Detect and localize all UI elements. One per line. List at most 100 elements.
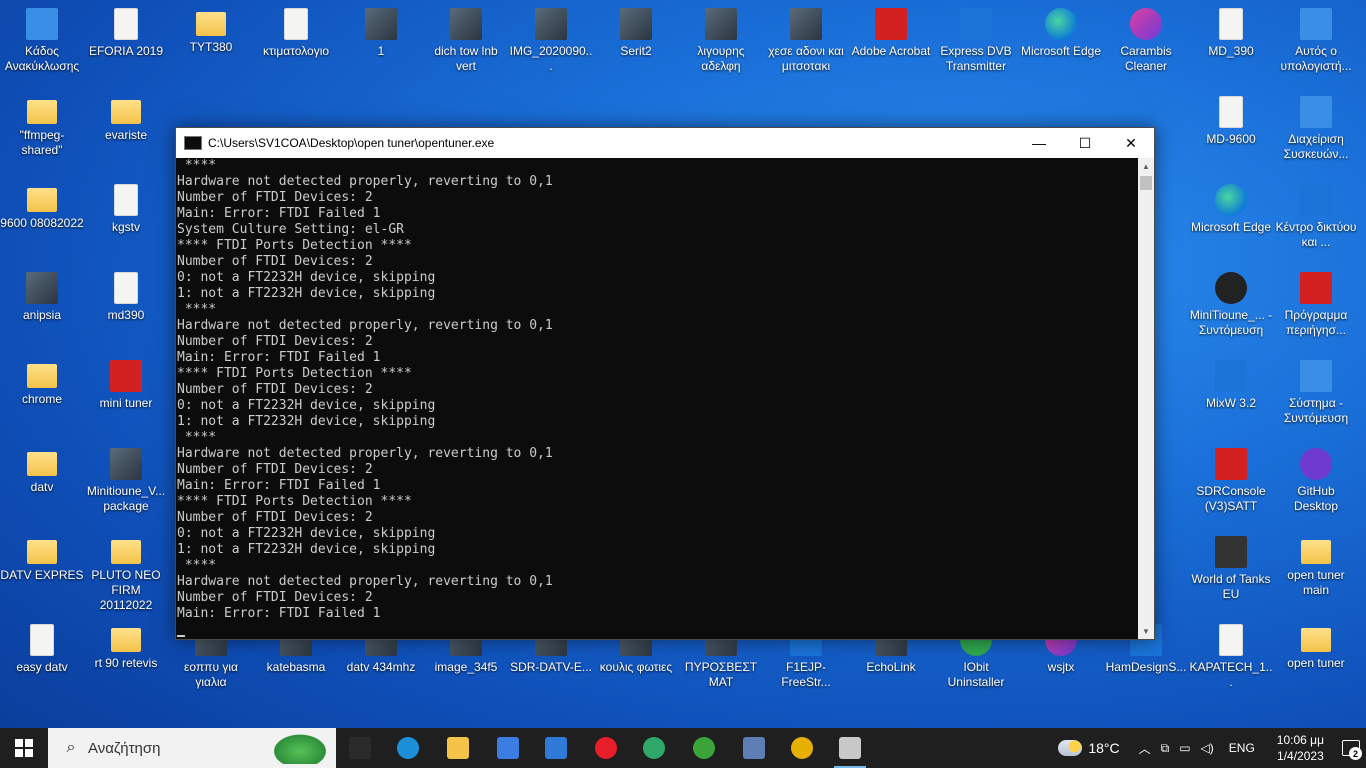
taskbar-app[interactable] bbox=[778, 728, 826, 768]
desktop-icon[interactable]: Αυτός ο υπολογιστή... bbox=[1274, 0, 1358, 86]
desktop-icon[interactable]: dich tow lnb vert bbox=[424, 0, 508, 86]
taskbar-app[interactable] bbox=[826, 728, 874, 768]
document-icon bbox=[1219, 8, 1243, 40]
desktop-icon[interactable]: Microsoft Edge bbox=[1019, 0, 1103, 86]
taskbar-app[interactable] bbox=[484, 728, 532, 768]
desktop-icon[interactable]: SDRConsole (V3)SATT bbox=[1189, 440, 1273, 526]
console-line: Number of FTDI Devices: 2 bbox=[177, 510, 373, 525]
document-icon bbox=[1219, 624, 1243, 656]
desktop-icon[interactable]: PLUTO NEO FIRM 20112022 bbox=[84, 528, 168, 614]
volume-icon[interactable]: ◁) bbox=[1201, 741, 1214, 755]
vertical-scrollbar[interactable]: ▲ ▼ bbox=[1138, 158, 1154, 639]
desktop-icon[interactable]: Serit2 bbox=[594, 0, 678, 86]
desktop-icon-label: Serit2 bbox=[620, 44, 652, 58]
desktop-icon[interactable]: χεσε αδονι και μιτσοτακι bbox=[764, 0, 848, 86]
taskbar-app[interactable] bbox=[582, 728, 630, 768]
console-line: **** FTDI Ports Detection **** bbox=[177, 238, 412, 253]
folder-icon bbox=[27, 100, 57, 124]
desktop-icon[interactable]: DATV EXPRES bbox=[0, 528, 84, 614]
desktop-icon[interactable]: rt 90 retevis bbox=[84, 616, 168, 702]
desktop-icon[interactable]: Σύστημα - Συντόμευση bbox=[1274, 352, 1358, 438]
desktop-icon[interactable]: 1 bbox=[339, 0, 423, 86]
desktop-icon[interactable]: open tuner main bbox=[1274, 528, 1358, 614]
minimize-button[interactable]: — bbox=[1016, 128, 1062, 158]
desktop-icon[interactable]: IMG_2020090... bbox=[509, 0, 593, 86]
desktop-icon[interactable]: Κέντρο δικτύου και ... bbox=[1274, 176, 1358, 262]
network-icon[interactable]: ⧉ bbox=[1161, 741, 1170, 756]
desktop-icon-label: Κάδος Ανακύκλωσης bbox=[4, 44, 80, 73]
start-button[interactable] bbox=[0, 728, 48, 768]
desktop-icon[interactable]: Carambis Cleaner bbox=[1104, 0, 1188, 86]
desktop-icon[interactable]: evariste bbox=[84, 88, 168, 174]
desktop-icon[interactable]: World of Tanks EU bbox=[1189, 528, 1273, 614]
desktop-icon[interactable]: "ffmpeg-shared" bbox=[0, 88, 84, 174]
search-placeholder: Αναζήτηση bbox=[88, 739, 161, 757]
desktop-icon-label: EFORIA 2019 bbox=[88, 44, 164, 58]
desktop-icon[interactable]: Adobe Acrobat bbox=[849, 0, 933, 86]
taskbar-app[interactable] bbox=[384, 728, 432, 768]
taskbar-app[interactable] bbox=[630, 728, 678, 768]
desktop-icon[interactable]: kgstv bbox=[84, 176, 168, 262]
desktop-icon[interactable]: chrome bbox=[0, 352, 84, 438]
console-line: Main: Error: FTDI Failed 1 bbox=[177, 350, 381, 365]
console-line: Number of FTDI Devices: 2 bbox=[177, 382, 373, 397]
taskbar-app[interactable] bbox=[434, 728, 482, 768]
console-output[interactable]: **** Hardware not detected properly, reve… bbox=[176, 158, 1137, 639]
desktop-icon[interactable]: 9600 08082022 bbox=[0, 176, 84, 262]
desktop-icon-label: kgstv bbox=[111, 220, 140, 234]
search-box[interactable]: ⌕ Αναζήτηση bbox=[48, 728, 336, 768]
taskbar-app[interactable] bbox=[532, 728, 580, 768]
desktop-icon[interactable]: mini tuner bbox=[84, 352, 168, 438]
clock[interactable]: 10:06 μμ 1/4/2023 bbox=[1277, 732, 1324, 764]
desktop-icon[interactable]: TYT380 bbox=[169, 0, 253, 86]
desktop-icon-label: χεσε αδονι και μιτσοτακι bbox=[768, 44, 844, 73]
console-window[interactable]: C:\Users\SV1COA\Desktop\open tuner\opent… bbox=[175, 127, 1155, 640]
desktop-icon[interactable]: md390 bbox=[84, 264, 168, 350]
desktop-icon-label: wsjtx bbox=[1047, 660, 1075, 674]
taskbar-app[interactable] bbox=[680, 728, 728, 768]
battery-icon[interactable]: ▭ bbox=[1179, 741, 1190, 755]
desktop-icon[interactable]: Minitioune_V... package bbox=[84, 440, 168, 526]
desktop-icon[interactable]: datv bbox=[0, 440, 84, 526]
desktop-icon[interactable]: Διαχείριση Συσκευών... bbox=[1274, 88, 1358, 174]
desktop-icon[interactable]: MD_390 bbox=[1189, 0, 1273, 86]
desktop-icon[interactable]: anipsia bbox=[0, 264, 84, 350]
desktop-icon[interactable]: Κάδος Ανακύκλωσης bbox=[0, 0, 84, 86]
desktop-icon[interactable]: Express DVB Transmitter bbox=[934, 0, 1018, 86]
scroll-down-icon[interactable]: ▼ bbox=[1138, 623, 1154, 639]
desktop-icon[interactable]: κτιματολογιο bbox=[254, 0, 338, 86]
desktop-icon-label: datv bbox=[30, 480, 54, 494]
console-line: Hardware not detected properly, revertin… bbox=[177, 318, 553, 333]
notification-center-button[interactable]: 2 bbox=[1336, 728, 1366, 768]
folder-icon bbox=[1301, 628, 1331, 652]
console-line: Hardware not detected properly, revertin… bbox=[177, 446, 553, 461]
maximize-button[interactable]: ☐ bbox=[1062, 128, 1108, 158]
desktop-icon[interactable]: Πρόγραμμα περιήγησ... bbox=[1274, 264, 1358, 350]
taskbar-app[interactable] bbox=[730, 728, 778, 768]
desktop-icon[interactable]: MixW 3.2 bbox=[1189, 352, 1273, 438]
desktop-icon[interactable]: MiniTioune_... - Συντόμευση bbox=[1189, 264, 1273, 350]
desktop-icon[interactable]: EFORIA 2019 bbox=[84, 0, 168, 86]
desktop-icon[interactable]: GitHub Desktop bbox=[1274, 440, 1358, 526]
desktop-icon[interactable]: Microsoft Edge bbox=[1189, 176, 1273, 262]
desktop-icon-label: 9600 08082022 bbox=[0, 216, 84, 230]
console-titlebar[interactable]: C:\Users\SV1COA\Desktop\open tuner\opent… bbox=[176, 128, 1154, 158]
taskbar-app[interactable] bbox=[336, 728, 384, 768]
system-icon bbox=[1300, 360, 1332, 392]
scroll-up-icon[interactable]: ▲ bbox=[1138, 158, 1154, 174]
desktop-icon[interactable]: KAPATECH_1... bbox=[1189, 616, 1273, 702]
language-indicator[interactable]: ENG bbox=[1229, 741, 1255, 755]
show-hidden-icons-icon[interactable]: ︿ bbox=[1139, 740, 1151, 757]
close-button[interactable]: ✕ bbox=[1108, 128, 1154, 158]
system-tray: 18°C ︿ ⧉ ▭ ◁) ENG 10:06 μμ 1/4/2023 2 bbox=[1058, 728, 1366, 768]
image-icon bbox=[705, 8, 737, 40]
desktop-icon-label: EchoLink bbox=[866, 660, 916, 674]
mini-tuner-icon bbox=[110, 360, 142, 392]
desktop-icon[interactable]: easy datv bbox=[0, 616, 84, 702]
desktop-icon[interactable]: MD-9600 bbox=[1189, 88, 1273, 174]
scroll-thumb[interactable] bbox=[1140, 176, 1152, 190]
weather-widget[interactable]: 18°C bbox=[1058, 740, 1120, 756]
desktop-icon-label: Πρόγραμμα περιήγησ... bbox=[1284, 308, 1348, 337]
desktop-icon[interactable]: λιγουρης αδελφη bbox=[679, 0, 763, 86]
desktop-icon[interactable]: open tuner bbox=[1274, 616, 1358, 702]
